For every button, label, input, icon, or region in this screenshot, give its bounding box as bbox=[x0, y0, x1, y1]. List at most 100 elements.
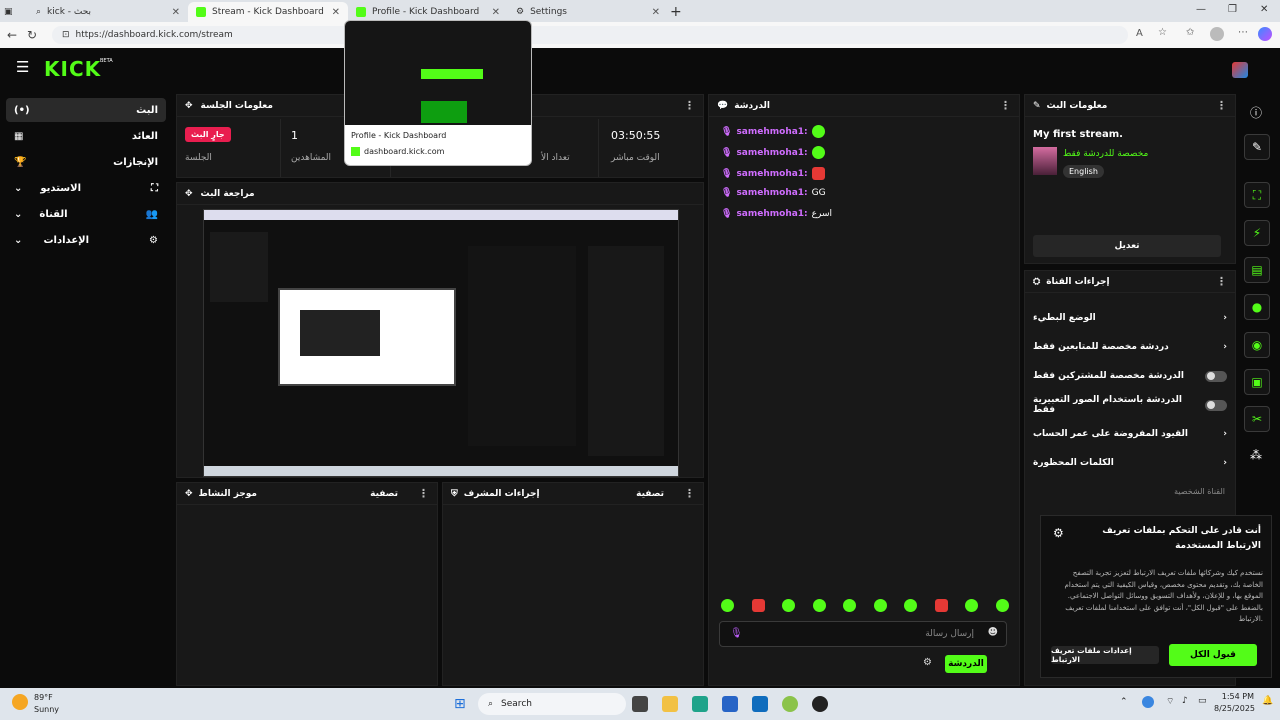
minimize-icon[interactable]: — bbox=[1196, 4, 1206, 15]
refresh-icon[interactable]: ↻ bbox=[22, 28, 42, 42]
tab-stream-dashboard[interactable]: Stream - Kick Dashboard ✕ bbox=[188, 2, 348, 22]
hamburger-menu-icon[interactable]: ☰ bbox=[16, 60, 30, 75]
more-options-icon[interactable]: ⋮ bbox=[418, 487, 429, 500]
slow-mode-row[interactable]: الوضع البطيء › bbox=[1033, 305, 1227, 331]
edit-stream-button[interactable]: تعديل bbox=[1033, 235, 1221, 257]
scan-icon[interactable]: ⛶ bbox=[1244, 182, 1270, 208]
chat-message[interactable]: 🎙 samehmoha1: bbox=[721, 167, 825, 180]
bolt-icon[interactable]: ⚡ bbox=[1244, 220, 1270, 246]
emote-icon[interactable] bbox=[751, 599, 765, 612]
close-icon[interactable]: ✕ bbox=[332, 7, 340, 18]
tab-settings[interactable]: ⚙ Settings ✕ bbox=[508, 2, 668, 22]
sidebar-item-studio[interactable]: ⌄ الاستديو ⛶ bbox=[6, 176, 166, 200]
broadcast-icon[interactable]: ◉ bbox=[1244, 332, 1270, 358]
more-icon[interactable]: ⋯ bbox=[1238, 27, 1248, 38]
chat-message[interactable]: 🎙 samehmoha1: GG bbox=[721, 188, 826, 198]
emote-icon[interactable] bbox=[904, 599, 918, 612]
close-icon[interactable]: ✕ bbox=[652, 7, 660, 18]
chat-settings-icon[interactable]: ⚙ bbox=[923, 657, 932, 668]
more-options-icon[interactable]: ⋮ bbox=[1216, 275, 1227, 288]
whatsapp-icon[interactable] bbox=[782, 696, 798, 712]
notifications-icon[interactable]: 🔔 bbox=[1262, 696, 1273, 706]
clock-time[interactable]: 1:54 PM bbox=[1214, 692, 1254, 701]
more-options-icon[interactable]: ⋮ bbox=[684, 99, 695, 112]
emote-icon[interactable] bbox=[965, 599, 979, 612]
emote-icon[interactable] bbox=[721, 599, 734, 612]
sidebar-item-stream[interactable]: (•) البث bbox=[6, 98, 166, 122]
apps-icon[interactable]: ⁂ bbox=[1250, 448, 1262, 462]
task-view-icon[interactable] bbox=[632, 696, 648, 712]
outlook-icon[interactable] bbox=[752, 696, 768, 712]
window-icon[interactable]: ▣ bbox=[1244, 369, 1270, 395]
chat-message[interactable]: 🎙 samehmoha1: اسرع bbox=[721, 209, 832, 219]
filter-button[interactable]: تصفية bbox=[370, 489, 398, 499]
obs-icon[interactable] bbox=[812, 696, 828, 712]
copilot-icon[interactable] bbox=[1258, 27, 1272, 41]
kick-logo[interactable]: KICK bbox=[44, 57, 101, 81]
chat-bubble-icon[interactable]: ● bbox=[1244, 294, 1270, 320]
stream-video[interactable] bbox=[203, 209, 679, 477]
sidebar-item-revenue[interactable]: ▦ العائد bbox=[6, 124, 166, 148]
favorites-bar-icon[interactable]: ✩ bbox=[1186, 27, 1194, 38]
chat-message[interactable]: 🎙 samehmoha1: bbox=[721, 125, 825, 138]
emote-only-toggle[interactable] bbox=[1205, 399, 1227, 411]
chat-input[interactable]: 🎙 إرسال رسالة ☻ bbox=[719, 621, 1007, 647]
accept-all-button[interactable]: قبول الكل bbox=[1169, 644, 1257, 666]
close-icon[interactable]: ✕ bbox=[492, 7, 500, 18]
edge-browser-icon[interactable] bbox=[692, 696, 708, 712]
emote-icon[interactable] bbox=[843, 599, 857, 612]
drag-handle-icon[interactable]: ✥ bbox=[185, 101, 193, 111]
followers-only-row[interactable]: دردشة مخصصة للمتابعين فقط › bbox=[1033, 334, 1227, 360]
profile-avatar[interactable] bbox=[1210, 27, 1224, 41]
emote-icon[interactable] bbox=[934, 599, 948, 612]
windows-start-icon[interactable]: ⊞ bbox=[454, 696, 470, 712]
tab-kick-search[interactable]: ⌕ kick - بحث ✕ bbox=[28, 2, 188, 22]
info-icon[interactable]: ⓘ bbox=[1250, 104, 1262, 121]
url-field[interactable]: ⊡ https://dashboard.kick.com/stream bbox=[52, 26, 1128, 44]
window-close-icon[interactable]: ✕ bbox=[1260, 4, 1268, 15]
more-options-icon[interactable]: ⋮ bbox=[684, 487, 695, 500]
sidebar-item-channel[interactable]: ⌄ القناة 👥 bbox=[6, 202, 166, 226]
emote-icon[interactable] bbox=[873, 599, 887, 612]
file-explorer-icon[interactable] bbox=[662, 696, 678, 712]
emote-icon[interactable] bbox=[995, 599, 1009, 612]
weather-icon[interactable] bbox=[12, 694, 28, 710]
more-options-icon[interactable]: ⋮ bbox=[1000, 99, 1011, 112]
drag-handle-icon[interactable]: ✥ bbox=[185, 189, 193, 199]
sidebar-item-achievements[interactable]: 🏆 الإنجازات bbox=[6, 150, 166, 174]
clock-date[interactable]: 8/25/2025 bbox=[1214, 704, 1255, 713]
document-icon[interactable]: ▤ bbox=[1244, 257, 1270, 283]
user-avatar[interactable] bbox=[1232, 62, 1248, 78]
tab-actions-icon[interactable]: ▣ bbox=[4, 2, 20, 22]
taskbar-search[interactable]: ⌕ Search bbox=[478, 693, 626, 715]
onedrive-icon[interactable] bbox=[1142, 696, 1154, 708]
chat-message[interactable]: 🎙 samehmoha1: bbox=[721, 146, 825, 159]
drag-handle-icon[interactable]: ✥ bbox=[185, 489, 193, 499]
subscribers-only-toggle[interactable] bbox=[1205, 370, 1227, 382]
back-icon[interactable]: ← bbox=[2, 28, 22, 42]
tab-profile-dashboard[interactable]: Profile - Kick Dashboard ✕ bbox=[348, 2, 508, 22]
favorite-icon[interactable]: ☆ bbox=[1158, 27, 1167, 38]
new-tab-button[interactable]: + bbox=[670, 2, 690, 22]
store-icon[interactable] bbox=[722, 696, 738, 712]
more-options-icon[interactable]: ⋮ bbox=[1216, 99, 1227, 112]
emoji-icon[interactable]: ☻ bbox=[988, 627, 998, 638]
close-icon[interactable]: ✕ bbox=[172, 7, 180, 18]
wrench-icon[interactable]: ✂ bbox=[1244, 406, 1270, 432]
filter-button[interactable]: تصفية bbox=[636, 489, 664, 499]
edit-icon[interactable]: ✎ bbox=[1244, 134, 1270, 160]
stream-category[interactable]: مخصصة للدردشة فقط bbox=[1063, 149, 1148, 159]
chat-send-button[interactable]: الدردشة bbox=[945, 655, 987, 673]
wifi-icon[interactable]: ⌔ bbox=[1166, 696, 1174, 707]
cookie-settings-button[interactable]: إعدادات ملفات تعريف الارتباط bbox=[1051, 646, 1159, 664]
emote-icon[interactable] bbox=[782, 599, 796, 612]
banned-words-row[interactable]: الكلمات المحظورة › bbox=[1033, 450, 1227, 476]
read-aloud-icon[interactable]: A bbox=[1136, 28, 1143, 39]
tray-chevron-icon[interactable]: ⌃ bbox=[1120, 697, 1128, 707]
sidebar-item-settings[interactable]: ⌄ الإعدادات ⚙ bbox=[6, 228, 166, 252]
maximize-icon[interactable]: ❐ bbox=[1228, 4, 1237, 15]
account-age-row[interactable]: القيود المفروضة على عمر الحساب › bbox=[1033, 421, 1227, 447]
battery-icon[interactable]: ▭ bbox=[1198, 696, 1207, 706]
volume-icon[interactable]: ♪ bbox=[1182, 696, 1188, 706]
emote-icon[interactable] bbox=[812, 599, 826, 612]
